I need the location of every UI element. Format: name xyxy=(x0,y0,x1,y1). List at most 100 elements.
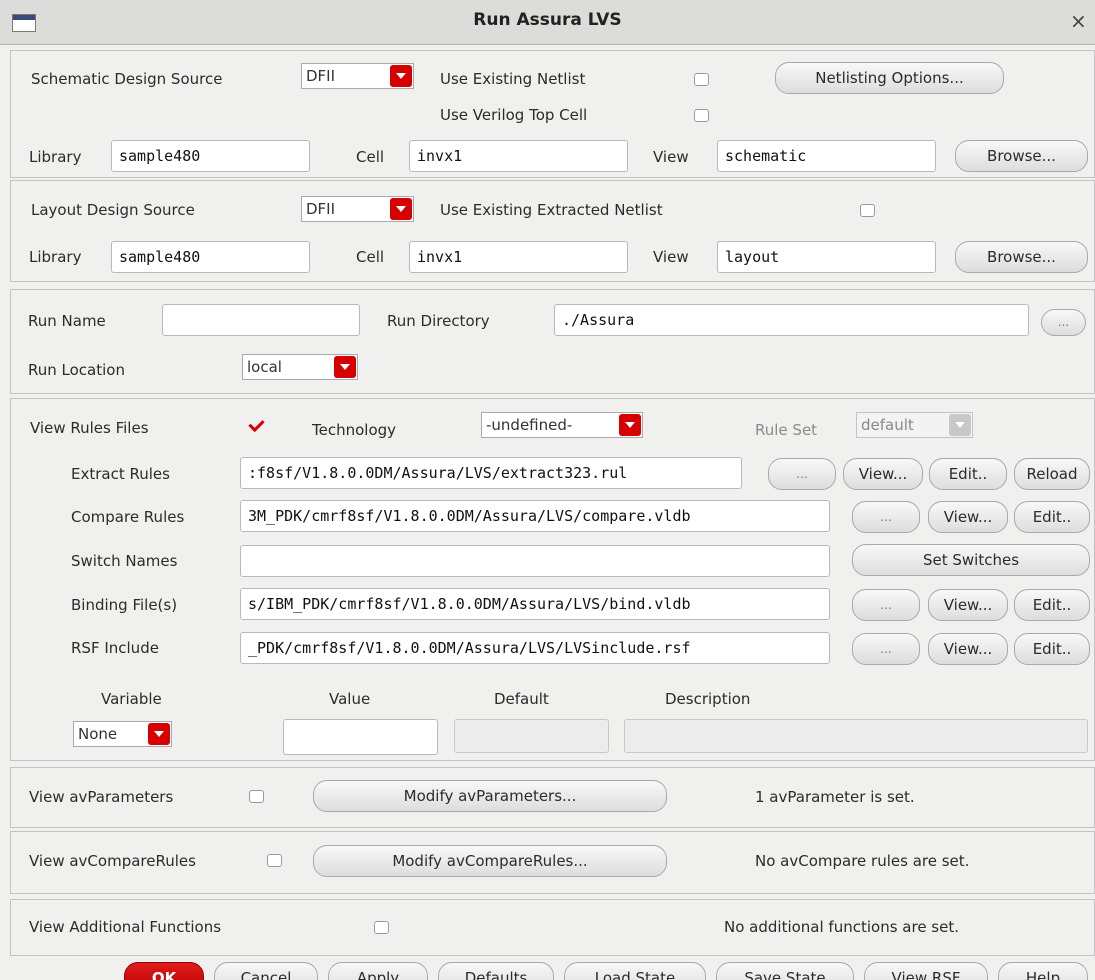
run-location-dropdown[interactable]: local xyxy=(242,354,358,380)
switch-names-label: Switch Names xyxy=(71,552,178,570)
schematic-source-dropdown[interactable]: DFII xyxy=(301,63,414,89)
cancel-button[interactable]: Cancel xyxy=(214,962,318,980)
run-group: Run Name Run Directory ./Assura ... Run … xyxy=(10,289,1095,394)
view-additional-functions-checkbox[interactable] xyxy=(374,921,389,934)
rsf-include-edit-button[interactable]: Edit.. xyxy=(1014,633,1090,665)
run-name-field[interactable] xyxy=(162,304,360,336)
use-existing-extracted-label: Use Existing Extracted Netlist xyxy=(440,201,663,219)
av-parameters-status: 1 avParameter is set. xyxy=(755,788,915,806)
set-switches-button[interactable]: Set Switches xyxy=(852,544,1090,576)
rule-set-dropdown: default xyxy=(856,412,973,438)
load-state-button[interactable]: Load State xyxy=(564,962,706,980)
av-compare-rules-status: No avCompare rules are set. xyxy=(755,852,970,870)
run-location-label: Run Location xyxy=(28,361,125,379)
view-rules-files-label: View Rules Files xyxy=(30,419,149,437)
extract-rules-view-button[interactable]: View... xyxy=(843,458,923,490)
view-av-parameters-checkbox[interactable] xyxy=(249,790,264,803)
description-header: Description xyxy=(665,690,751,708)
extract-rules-reload-button[interactable]: Reload xyxy=(1014,458,1090,490)
layout-view-label: View xyxy=(653,248,689,266)
default-header: Default xyxy=(494,690,549,708)
schematic-browse-button[interactable]: Browse... xyxy=(955,140,1088,172)
compare-rules-edit-button[interactable]: Edit.. xyxy=(1014,501,1090,533)
chevron-down-icon xyxy=(949,414,971,436)
use-existing-extracted-checkbox[interactable] xyxy=(860,204,875,217)
use-existing-netlist-label: Use Existing Netlist xyxy=(440,70,586,88)
schematic-cell-field[interactable]: invx1 xyxy=(409,140,628,172)
layout-source-group: Layout Design Source DFII Use Existing E… xyxy=(10,180,1095,282)
technology-label: Technology xyxy=(312,421,397,439)
extract-rules-field[interactable]: :f8sf/V1.8.0.0DM/Assura/LVS/extract323.r… xyxy=(240,457,742,489)
schematic-library-field[interactable]: sample480 xyxy=(111,140,310,172)
layout-browse-button[interactable]: Browse... xyxy=(955,241,1088,273)
netlisting-options-button[interactable]: Netlisting Options... xyxy=(775,62,1004,94)
defaults-button[interactable]: Defaults xyxy=(438,962,554,980)
binding-files-label: Binding File(s) xyxy=(71,596,178,614)
use-verilog-top-cell-checkbox[interactable] xyxy=(694,109,709,122)
extract-rules-label: Extract Rules xyxy=(71,465,170,483)
extract-rules-edit-button[interactable]: Edit.. xyxy=(929,458,1007,490)
binding-files-view-button[interactable]: View... xyxy=(928,589,1008,621)
chevron-down-icon xyxy=(334,356,356,378)
schematic-source-label: Schematic Design Source xyxy=(31,70,223,88)
view-additional-functions-label: View Additional Functions xyxy=(29,918,222,936)
rsf-include-field[interactable]: _PDK/cmrf8sf/V1.8.0.0DM/Assura/LVS/LVSin… xyxy=(240,632,830,664)
rsf-include-label: RSF Include xyxy=(71,639,159,657)
variable-value-field[interactable] xyxy=(283,719,438,755)
schematic-cell-label: Cell xyxy=(356,148,385,166)
run-directory-label: Run Directory xyxy=(387,312,490,330)
rules-group: View Rules Files Technology -undefined- … xyxy=(10,398,1095,761)
view-rsf-button[interactable]: View RSF xyxy=(864,962,988,980)
view-av-compare-rules-label: View avCompareRules xyxy=(29,852,196,870)
rule-set-label: Rule Set xyxy=(755,421,818,439)
close-icon[interactable]: × xyxy=(1070,9,1087,33)
apply-button[interactable]: Apply xyxy=(328,962,428,980)
variable-header: Variable xyxy=(101,690,162,708)
chevron-down-icon xyxy=(619,414,641,436)
view-rules-files-checkbox[interactable] xyxy=(249,417,267,433)
layout-source-dropdown[interactable]: DFII xyxy=(301,196,414,222)
use-existing-netlist-checkbox[interactable] xyxy=(694,73,709,86)
layout-library-field[interactable]: sample480 xyxy=(111,241,310,273)
variable-description-field xyxy=(624,719,1088,753)
compare-rules-view-button[interactable]: View... xyxy=(928,501,1008,533)
run-directory-field[interactable]: ./Assura xyxy=(554,304,1029,336)
variable-dropdown[interactable]: None xyxy=(73,721,172,747)
layout-library-label: Library xyxy=(29,248,82,266)
additional-functions-status: No additional functions are set. xyxy=(724,918,960,936)
view-av-compare-rules-checkbox[interactable] xyxy=(267,854,282,867)
save-state-button[interactable]: Save State xyxy=(716,962,854,980)
schematic-source-group: Schematic Design Source DFII Use Existin… xyxy=(10,50,1095,178)
switch-names-field[interactable] xyxy=(240,545,830,577)
technology-dropdown[interactable]: -undefined- xyxy=(481,412,643,438)
av-compare-rules-group: View avCompareRules Modify avCompareRule… xyxy=(10,831,1095,894)
binding-files-field[interactable]: s/IBM_PDK/cmrf8sf/V1.8.0.0DM/Assura/LVS/… xyxy=(240,588,830,620)
compare-rules-field[interactable]: 3M_PDK/cmrf8sf/V1.8.0.0DM/Assura/LVS/com… xyxy=(240,500,830,532)
value-header: Value xyxy=(329,690,371,708)
binding-files-browse-button[interactable]: ... xyxy=(852,589,920,621)
compare-rules-browse-button[interactable]: ... xyxy=(852,501,920,533)
av-parameters-group: View avParameters Modify avParameters...… xyxy=(10,767,1095,828)
run-name-label: Run Name xyxy=(28,312,106,330)
layout-cell-field[interactable]: invx1 xyxy=(409,241,628,273)
rsf-include-browse-button[interactable]: ... xyxy=(852,633,920,665)
chevron-down-icon xyxy=(390,65,412,87)
chevron-down-icon xyxy=(390,198,412,220)
schematic-view-field[interactable]: schematic xyxy=(717,140,936,172)
rsf-include-view-button[interactable]: View... xyxy=(928,633,1008,665)
view-av-parameters-label: View avParameters xyxy=(29,788,174,806)
ok-button[interactable]: OK xyxy=(124,962,204,980)
help-button[interactable]: Help xyxy=(998,962,1088,980)
use-verilog-top-cell-label: Use Verilog Top Cell xyxy=(440,106,588,124)
schematic-view-label: View xyxy=(653,148,689,166)
variable-default-field xyxy=(454,719,609,753)
footer-button-bar: OK Cancel Apply Defaults Load State Save… xyxy=(0,962,1095,980)
extract-rules-browse-button[interactable]: ... xyxy=(768,458,836,490)
window-title: Run Assura LVS xyxy=(473,10,622,30)
modify-av-parameters-button[interactable]: Modify avParameters... xyxy=(313,780,667,812)
layout-view-field[interactable]: layout xyxy=(717,241,936,273)
run-directory-browse-button[interactable]: ... xyxy=(1041,309,1086,336)
binding-files-edit-button[interactable]: Edit.. xyxy=(1014,589,1090,621)
additional-functions-group: View Additional Functions No additional … xyxy=(10,899,1095,956)
modify-av-compare-rules-button[interactable]: Modify avCompareRules... xyxy=(313,845,667,877)
